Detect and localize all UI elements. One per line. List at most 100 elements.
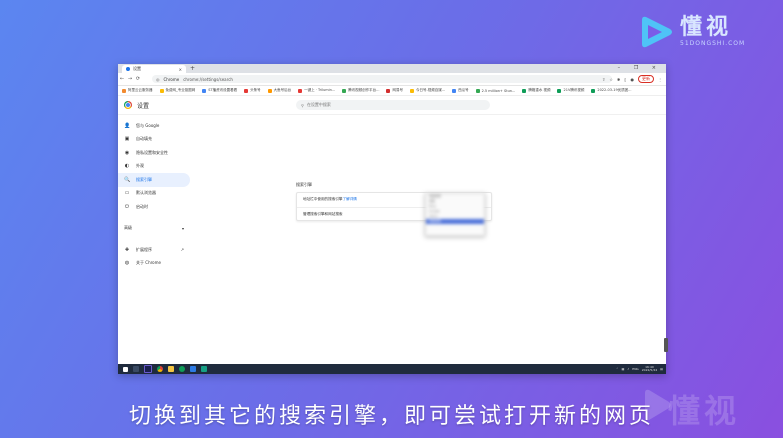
row-text: 地址栏中使用的搜索引擎	[303, 197, 343, 202]
tab-settings[interactable]: 设置 ×	[122, 65, 186, 73]
bookmark-favicon-icon	[342, 88, 347, 93]
dropdown-option[interactable]: 百度搜索	[426, 219, 484, 224]
bookmark-label: 今日号-视频自媒...	[415, 88, 446, 92]
palette-icon: ◐	[124, 163, 130, 170]
bookmark-favicon-icon	[267, 88, 272, 93]
toolbar-right: ⇪ ☆ ✱ ▯ ● 更新 ⋮	[602, 75, 662, 83]
bookmark-item[interactable]: 头条号	[244, 88, 261, 93]
address-bar[interactable]: ◎ Chrome chrome://settings/search	[152, 75, 612, 83]
browser-toolbar: ← → ⟳ ◎ Chrome chrome://settings/search …	[118, 73, 666, 86]
windows-start-icon[interactable]	[123, 366, 128, 372]
bookmark-item[interactable]: 2022-03-19优质团...	[591, 88, 632, 93]
subtitle-caption: 切换到其它的搜索引擎，即可尝试打开新的网页	[128, 404, 654, 429]
sidepanel-icon[interactable]: ▯	[624, 77, 626, 82]
bookmark-item[interactable]: 西瓜号	[452, 88, 469, 93]
app-icon[interactable]	[190, 366, 196, 372]
sidebar-item-label: 默认浏览器	[136, 190, 156, 196]
bookmark-favicon-icon	[475, 88, 480, 93]
share-icon[interactable]: ⇪	[602, 77, 605, 82]
tab-strip: 设置 × + – ❐ ×	[118, 64, 666, 73]
bookmark-label: 免费网_专业抠图网	[165, 88, 196, 92]
brand-logo: 懂视 51DONGSHI.COM	[638, 14, 745, 50]
settings-favicon-icon	[126, 67, 130, 71]
settings-search-input[interactable]: ⚲ 在设置中搜索	[296, 100, 490, 110]
omnibox-url: chrome://settings/search	[183, 76, 233, 82]
bookmark-item[interactable]: 腾格重水 视频	[522, 88, 550, 93]
row-text: 管理搜索引擎和网站搜索	[303, 211, 343, 216]
browser-icon: ▭	[124, 190, 130, 197]
bookmark-favicon-icon	[298, 88, 303, 93]
file-explorer-icon[interactable]	[168, 366, 174, 372]
external-link-icon: ↗	[180, 247, 184, 253]
notification-icon[interactable]: ▤	[660, 367, 663, 371]
chevron-up-icon[interactable]: ⌃	[616, 367, 619, 371]
bookmark-label: 阿里云云服务器	[128, 88, 153, 92]
shield-icon: ◉	[124, 149, 130, 156]
edge-app-icon[interactable]	[179, 366, 185, 372]
task-view-icon[interactable]	[133, 366, 139, 372]
sidebar-item-label: 扩展程序	[136, 246, 152, 252]
section-title: 搜索引擎	[296, 182, 312, 187]
search-engine-dropdown-menu[interactable]: 百度搜索 百度 Bing Google Yahoo 百度搜索	[425, 193, 485, 236]
play-logo-icon	[642, 16, 672, 48]
sidebar-advanced[interactable]: 高级 ▾	[118, 222, 190, 236]
clock[interactable]: 16:40 2022/5/24	[642, 365, 657, 373]
sidebar-item-shield[interactable]: ◉ 隐私设置和安全性	[118, 146, 190, 160]
bookmark-item[interactable]: 网易号	[386, 88, 403, 93]
chrome-small-icon: ◍	[124, 260, 130, 267]
logo-cn-text: 懂视	[680, 15, 733, 40]
language-indicator[interactable]: ENG	[632, 367, 638, 371]
premiere-app-icon[interactable]	[144, 365, 152, 373]
wechat-app-icon[interactable]	[201, 366, 207, 372]
star-icon[interactable]: ☆	[609, 77, 613, 82]
window-controls[interactable]: – ❐ ×	[618, 65, 662, 71]
learn-more-link[interactable]: 了解详情	[343, 197, 357, 202]
browser-window: 设置 × + – ❐ × ← → ⟳ ◎ Chrome chrome://set…	[118, 64, 666, 374]
person-icon: 👤	[124, 122, 131, 129]
sidebar-item-autofill[interactable]: ▣ 自动填充	[118, 133, 190, 147]
sidebar-item-person[interactable]: 👤 您与 Google	[118, 119, 190, 133]
forward-icon[interactable]: →	[126, 76, 134, 82]
bookmark-item[interactable]: 今日号-视频自媒...	[409, 88, 446, 93]
sidebar-advanced-label: 高级	[124, 225, 132, 231]
search-placeholder: 在设置中搜索	[306, 102, 331, 107]
volume-icon[interactable]: ♪	[627, 367, 629, 371]
bookmark-item[interactable]: ST播资讯设置看看	[202, 88, 237, 93]
bookmark-label: 腾格重水 视频	[528, 88, 551, 92]
settings-title: 设置	[137, 102, 150, 110]
bookmark-item[interactable]: 腾讯视频创作平台...	[342, 88, 379, 93]
sidebar-item-about[interactable]: ◍ 关于 Chrome	[118, 257, 190, 271]
scroll-handle[interactable]	[664, 338, 668, 352]
network-icon[interactable]: ▦	[622, 367, 625, 371]
sidebar-item-search[interactable]: 🔍 搜索引擎	[118, 173, 190, 187]
omnibox-chip: Chrome	[163, 76, 180, 82]
bookmark-item[interactable]: 21V腾讯视频	[557, 88, 584, 93]
reload-icon[interactable]: ⟳	[134, 76, 142, 82]
back-icon[interactable]: ←	[118, 76, 126, 82]
sidebar-item-palette[interactable]: ◐ 外观	[118, 160, 190, 174]
update-button[interactable]: 更新	[638, 75, 654, 83]
sidebar-item-extensions[interactable]: ✚ 扩展程序 ↗	[118, 243, 190, 257]
bookmark-item[interactable]: 阿里云云服务器	[122, 88, 153, 93]
bookmark-favicon-icon	[591, 88, 596, 93]
menu-icon[interactable]: ⋮	[658, 77, 662, 82]
bookmark-label: 2.5 million+ Stun...	[481, 88, 516, 93]
bookmark-item[interactable]: 2.5 million+ Stun...	[475, 88, 516, 93]
bookmark-item[interactable]: 免费网_专业抠图网	[159, 88, 196, 93]
power-icon: ⏻	[125, 203, 129, 210]
bookmark-item[interactable]: 一键上 · Trilumin...	[298, 88, 335, 93]
profile-icon[interactable]: ●	[631, 77, 635, 82]
sidebar-item-browser[interactable]: ▭ 默认浏览器	[118, 187, 190, 201]
sidebar-item-power[interactable]: ⏻ 启动时	[118, 200, 190, 214]
bookmark-item[interactable]: 大鱼号后台	[267, 88, 291, 93]
chevron-down-icon: ▾	[181, 225, 184, 231]
extensions-icon[interactable]: ✱	[617, 77, 620, 82]
settings-sidebar: 👤 您与 Google ▣ 自动填充 ◉ 隐私设置和安全性 ◐ 外观 🔍 搜索引擎 ▭ 默认浏览器 ⏻ 启…	[118, 119, 190, 270]
bookmark-label: 2022-03-19优质团...	[597, 88, 632, 92]
autofill-icon: ▣	[124, 136, 130, 143]
sidebar-item-label: 隐私设置和安全性	[136, 149, 168, 155]
bookmark-label: 头条号	[250, 88, 261, 92]
tab-close-icon[interactable]: ×	[179, 67, 182, 72]
new-tab-button[interactable]: +	[190, 65, 195, 72]
chrome-app-icon[interactable]	[157, 366, 163, 372]
